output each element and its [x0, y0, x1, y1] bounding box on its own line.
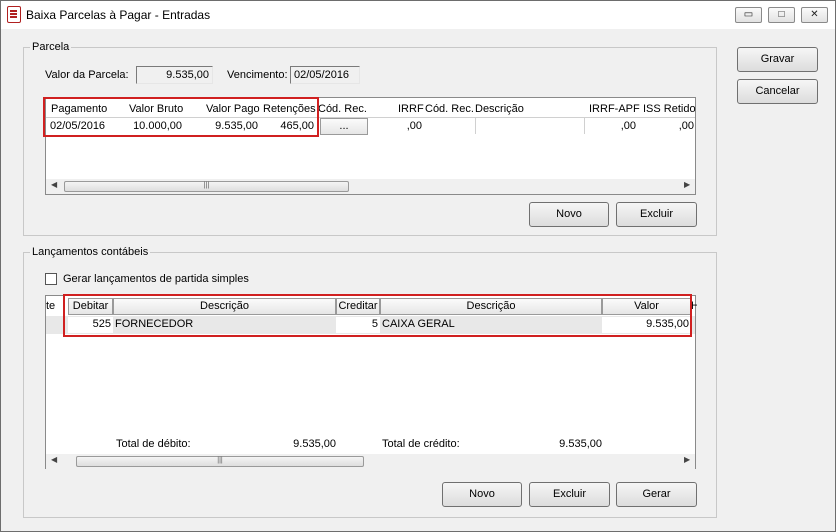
- col-header-irrf[interactable]: IRRF: [398, 102, 426, 118]
- valor-parcela-label: Valor da Parcela:: [45, 69, 129, 81]
- cell-divider: [584, 118, 585, 134]
- document-icon: [7, 6, 21, 23]
- title-bar: Baixa Parcelas à Pagar - Entradas ▭ □ ✕: [1, 1, 835, 29]
- parcela-excluir-button[interactable]: Excluir: [616, 202, 697, 227]
- cod-rec-lookup-button[interactable]: ...: [320, 118, 368, 135]
- partida-simples-label: Gerar lançamentos de partida simples: [63, 273, 249, 285]
- partida-simples-checkbox[interactable]: [45, 273, 57, 285]
- cell-iss-retido[interactable]: ,00: [644, 119, 696, 135]
- cell-irrf[interactable]: ,00: [376, 119, 424, 135]
- maximize-button[interactable]: □: [768, 7, 795, 23]
- total-debito-label: Total de débito:: [116, 438, 191, 450]
- close-button[interactable]: ✕: [801, 7, 828, 23]
- cell-divider: [475, 118, 476, 134]
- cell-irrf-apf[interactable]: ,00: [586, 119, 638, 135]
- window-title: Baixa Parcelas à Pagar - Entradas: [26, 8, 211, 22]
- scroll-left-arrow-icon[interactable]: ◀: [51, 180, 57, 189]
- total-credito-value: 9.535,00: [559, 438, 602, 450]
- lancamentos-novo-button[interactable]: Novo: [442, 482, 522, 507]
- col-header-iss-retido[interactable]: ISS Retido: [643, 102, 697, 118]
- lancamentos-hscrollbar[interactable]: ◀ ||| ▶: [46, 454, 695, 469]
- highlight-box: [43, 97, 319, 137]
- lancamentos-group-label: Lançamentos contábeis: [30, 246, 151, 258]
- scroll-right-arrow-icon[interactable]: ▶: [684, 180, 690, 189]
- scroll-right-arrow-icon[interactable]: ▶: [684, 455, 690, 464]
- gerar-button[interactable]: Gerar: [616, 482, 697, 507]
- col-header-cod-rec-2[interactable]: Cód. Rec.: [425, 102, 475, 118]
- highlight-box: [63, 294, 692, 337]
- scroll-left-arrow-icon[interactable]: ◀: [51, 455, 57, 464]
- minimize-button[interactable]: ▭: [735, 7, 762, 23]
- cancelar-button[interactable]: Cancelar: [737, 79, 818, 104]
- valor-parcela-field: 9.535,00: [136, 66, 213, 84]
- col-header-partial[interactable]: te: [46, 299, 58, 315]
- parcela-hscrollbar[interactable]: ◀ ||| ▶: [46, 179, 695, 194]
- vencimento-label: Vencimento:: [227, 69, 288, 81]
- gravar-button[interactable]: Gravar: [737, 47, 818, 72]
- vencimento-field: 02/05/2016: [290, 66, 360, 84]
- total-debito-value: 9.535,00: [293, 438, 336, 450]
- col-header-descricao[interactable]: Descrição: [475, 102, 535, 118]
- col-header-irrf-apf[interactable]: IRRF-APF: [589, 102, 641, 118]
- col-header-cod-rec[interactable]: Cód. Rec.: [318, 102, 368, 118]
- parcela-novo-button[interactable]: Novo: [529, 202, 609, 227]
- lancamentos-excluir-button[interactable]: Excluir: [529, 482, 610, 507]
- scroll-thumb[interactable]: |||: [76, 456, 364, 467]
- dialog-window: Baixa Parcelas à Pagar - Entradas ▭ □ ✕ …: [0, 0, 836, 532]
- parcela-group-label: Parcela: [30, 41, 72, 53]
- total-credito-label: Total de crédito:: [382, 438, 460, 450]
- scroll-thumb[interactable]: |||: [64, 181, 349, 192]
